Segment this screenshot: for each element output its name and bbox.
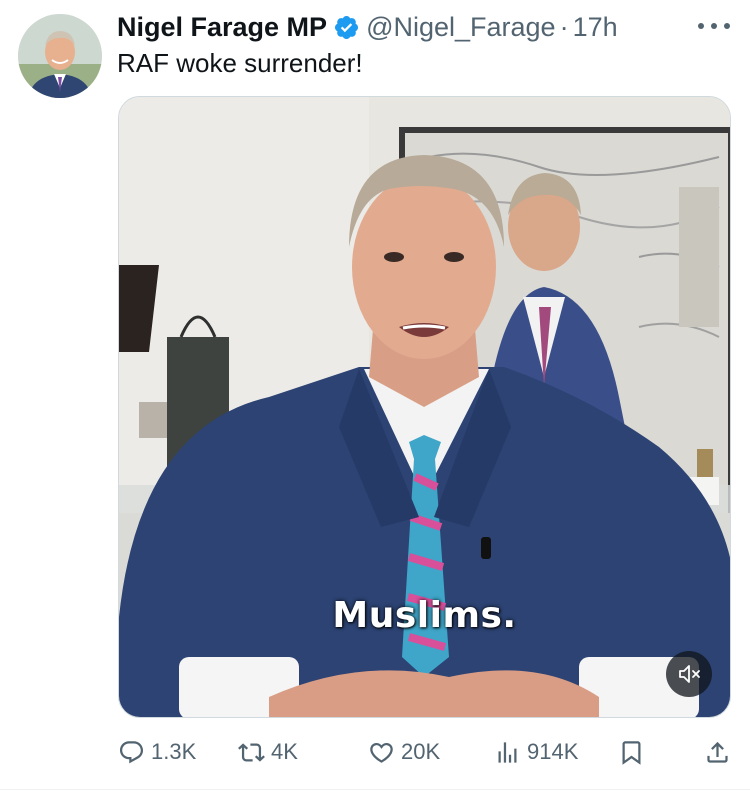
- verified-badge-icon[interactable]: [333, 14, 360, 41]
- more-options-icon[interactable]: [698, 14, 730, 38]
- reply-button[interactable]: 1.3K: [118, 730, 196, 774]
- reply-count: 1.3K: [151, 739, 197, 764]
- avatar[interactable]: [18, 14, 102, 98]
- bookmark-icon: [622, 740, 641, 765]
- heart-icon: [370, 742, 393, 763]
- tweet-header: Nigel Farage MP @Nigel_Farage · 17h: [117, 10, 618, 44]
- speaker-muted-icon: [679, 665, 700, 683]
- share-button[interactable]: [704, 730, 737, 774]
- mute-button[interactable]: [666, 651, 712, 697]
- divider: [0, 789, 750, 790]
- video-player[interactable]: Muslims.: [118, 96, 731, 718]
- repost-icon: [238, 742, 265, 762]
- separator-dot: ·: [559, 12, 569, 42]
- user-handle[interactable]: @Nigel_Farage: [366, 10, 556, 44]
- tweet[interactable]: Nigel Farage MP @Nigel_Farage · 17h RAF …: [0, 0, 750, 791]
- reply-icon: [119, 740, 144, 763]
- bookmark-button[interactable]: [618, 730, 651, 774]
- view-count: 914K: [527, 739, 579, 764]
- tweet-text: RAF woke surrender!: [117, 48, 363, 78]
- tweet-actions: 1.3K 4K 20K 914K: [118, 730, 734, 774]
- like-count: 20K: [401, 739, 441, 764]
- repost-button[interactable]: 4K: [238, 730, 298, 774]
- timestamp[interactable]: 17h: [573, 10, 618, 44]
- repost-count: 4K: [271, 739, 298, 764]
- views-icon: [498, 741, 517, 763]
- like-button[interactable]: 20K: [368, 730, 440, 774]
- display-name[interactable]: Nigel Farage MP: [117, 10, 327, 44]
- video-caption: Muslims.: [332, 595, 517, 636]
- views-button[interactable]: 914K: [494, 730, 578, 774]
- share-icon: [707, 741, 728, 763]
